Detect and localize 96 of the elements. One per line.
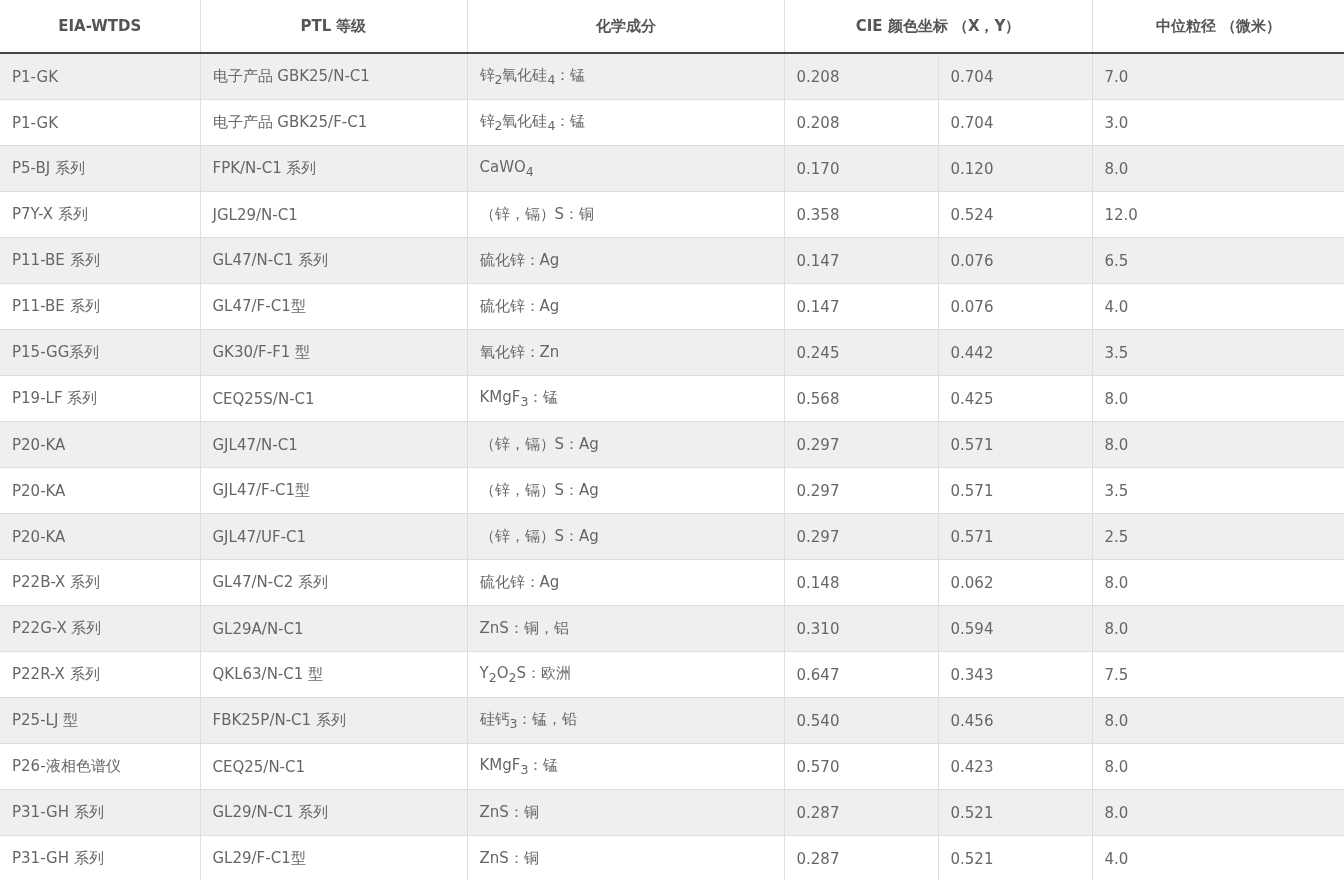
- table-cell: 0.442: [937, 330, 1092, 375]
- table-cell: P1-GK: [0, 53, 200, 100]
- table-cell: 0.521: [937, 836, 1092, 880]
- table-cell: （锌，镉）S：Ag: [467, 421, 784, 468]
- table-cell-text: 0.148: [795, 572, 841, 594]
- table-cell: GL29/N-C1 系列: [200, 789, 467, 836]
- table-cell: P22B-X 系列: [0, 559, 200, 606]
- table-cell: P20-KA: [0, 421, 200, 468]
- table-cell: P20-KA: [0, 513, 200, 560]
- table-cell: ZnS：铜，铝: [467, 605, 784, 652]
- table-cell: P22R-X 系列: [0, 651, 200, 698]
- table-cell: CEQ25S/N-C1: [200, 375, 467, 422]
- table-cell: ZnS：铜: [467, 789, 784, 836]
- table-cell: 硫化锌：Ag: [467, 559, 784, 606]
- table-cell: KMgF$_{3}$：锰: [467, 375, 784, 422]
- table-cell: （锌，镉）S：Ag: [467, 467, 784, 514]
- table-cell-text: 0.568: [795, 388, 841, 410]
- table-cell: P20-KA: [0, 467, 200, 514]
- table-cell: 8.0: [1092, 421, 1344, 468]
- table-cell: QKL63/N-C1 型: [200, 651, 467, 698]
- table-cell-text: 0.287: [795, 802, 841, 824]
- table-cell: P25-LJ 型: [0, 697, 200, 744]
- table-cell-text: 0.208: [795, 66, 841, 88]
- table-cell: P19-LF 系列: [0, 375, 200, 422]
- table-cell: 电子产品 GBK25/F-C1: [200, 99, 467, 146]
- table-cell: GK30/F-F1 型: [200, 329, 467, 376]
- table-cell: （锌，镉）S：铜: [467, 191, 784, 238]
- table-cell: FBK25P/N-C1 系列: [200, 697, 467, 744]
- table-cell: KMgF$_{3}$：锰: [467, 743, 784, 790]
- table-cell: GJL47/N-C1: [200, 421, 467, 468]
- table-cell: GL47/F-C1型: [200, 283, 467, 330]
- table-cell: 0.704: [937, 54, 1092, 99]
- table-cell-text: 0.297: [795, 434, 841, 456]
- table-cell: CaWO$_{4}$: [467, 145, 784, 192]
- table-cell: 0.571: [937, 514, 1092, 559]
- table-cell: 0.704: [937, 100, 1092, 145]
- table-cell: 3.5: [1092, 329, 1344, 376]
- table-cell: 氧化锌：Zn: [467, 329, 784, 376]
- table-cell: 0.594: [937, 606, 1092, 651]
- table-cell-text: 0.570: [795, 756, 841, 778]
- table-cell: 电子产品 GBK25/N-C1: [200, 53, 467, 100]
- table-cell: JGL29/N-C1: [200, 191, 467, 238]
- table-cell: P7Y-X 系列: [0, 191, 200, 238]
- table-cell: 0.076: [937, 284, 1092, 329]
- table-cell: 0.423: [937, 744, 1092, 789]
- table-cell: 0.524: [937, 192, 1092, 237]
- table-cell: GL47/N-C1 系列: [200, 237, 467, 284]
- table-cell: 8.0: [1092, 605, 1344, 652]
- table-cell-text: 0.647: [795, 664, 841, 686]
- table-cell: 0.456: [937, 698, 1092, 743]
- table-cell: 硫化锌：Ag: [467, 283, 784, 330]
- table-cell-text: 0.310: [795, 618, 841, 640]
- table-cell: P31-GH 系列: [0, 789, 200, 836]
- table-cell: P22G-X 系列: [0, 605, 200, 652]
- table-cell-text: 0.147: [795, 250, 841, 272]
- table-cell-text: 0.297: [795, 480, 841, 502]
- table-cell: P26-液相色谱仪: [0, 743, 200, 790]
- table-cell: 硫化锌：Ag: [467, 237, 784, 284]
- table-cell: 2.5: [1092, 513, 1344, 560]
- table-cell: 锌$_{2}$氧化硅$_{4}$：锰: [467, 53, 784, 100]
- table-cell: 0.076: [937, 238, 1092, 283]
- table-cell-text: 0.540: [795, 710, 841, 732]
- table-cell-text: 0.170: [795, 158, 841, 180]
- table-cell: P11-BE 系列: [0, 237, 200, 284]
- table-cell-text: 0.245: [795, 342, 841, 364]
- table-cell: 8.0: [1092, 697, 1344, 744]
- table-cell: P1-GK: [0, 99, 200, 146]
- table-cell: 7.0: [1092, 53, 1344, 100]
- table-cell: 硅钙$_{3}$：锰，铅: [467, 697, 784, 744]
- table-cell: GJL47/UF-C1: [200, 513, 467, 560]
- table-cell: GL29A/N-C1: [200, 605, 467, 652]
- table-cell-text: 0.358: [795, 204, 841, 226]
- table-cell: P15-GG系列: [0, 329, 200, 376]
- table-cell: CEQ25/N-C1: [200, 743, 467, 790]
- table-cell: GJL47/F-C1型: [200, 467, 467, 514]
- table-cell: （锌，镉）S：Ag: [467, 513, 784, 560]
- table-cell: 0.062: [937, 560, 1092, 605]
- table-cell: 0.343: [937, 652, 1092, 697]
- table-cell: 0.521: [937, 790, 1092, 835]
- table-cell-text: 0.287: [795, 848, 841, 870]
- table-cell: Y$_{2}$O$_{2}$S：欧洲: [467, 651, 784, 698]
- table-cell: 8.0: [1092, 789, 1344, 836]
- table-cell: FPK/N-C1 系列: [200, 145, 467, 192]
- table-cell-text: 0.297: [795, 526, 841, 548]
- table-cell-text: 0.208: [795, 112, 841, 134]
- table-cell: 0.425: [937, 376, 1092, 421]
- table-cell: P5-BJ 系列: [0, 145, 200, 192]
- table-cell: 6.5: [1092, 237, 1344, 284]
- table-cell-text: 0.147: [795, 296, 841, 318]
- table-cell: 锌$_{2}$氧化硅$_{4}$：锰: [467, 99, 784, 146]
- table-cell: GL47/N-C2 系列: [200, 559, 467, 606]
- table-cell: 0.571: [937, 422, 1092, 467]
- table-cell: 8.0: [1092, 145, 1344, 192]
- table-cell: 0.120: [937, 146, 1092, 191]
- table-cell: P11-BE 系列: [0, 283, 200, 330]
- table-cell: 0.571: [937, 468, 1092, 513]
